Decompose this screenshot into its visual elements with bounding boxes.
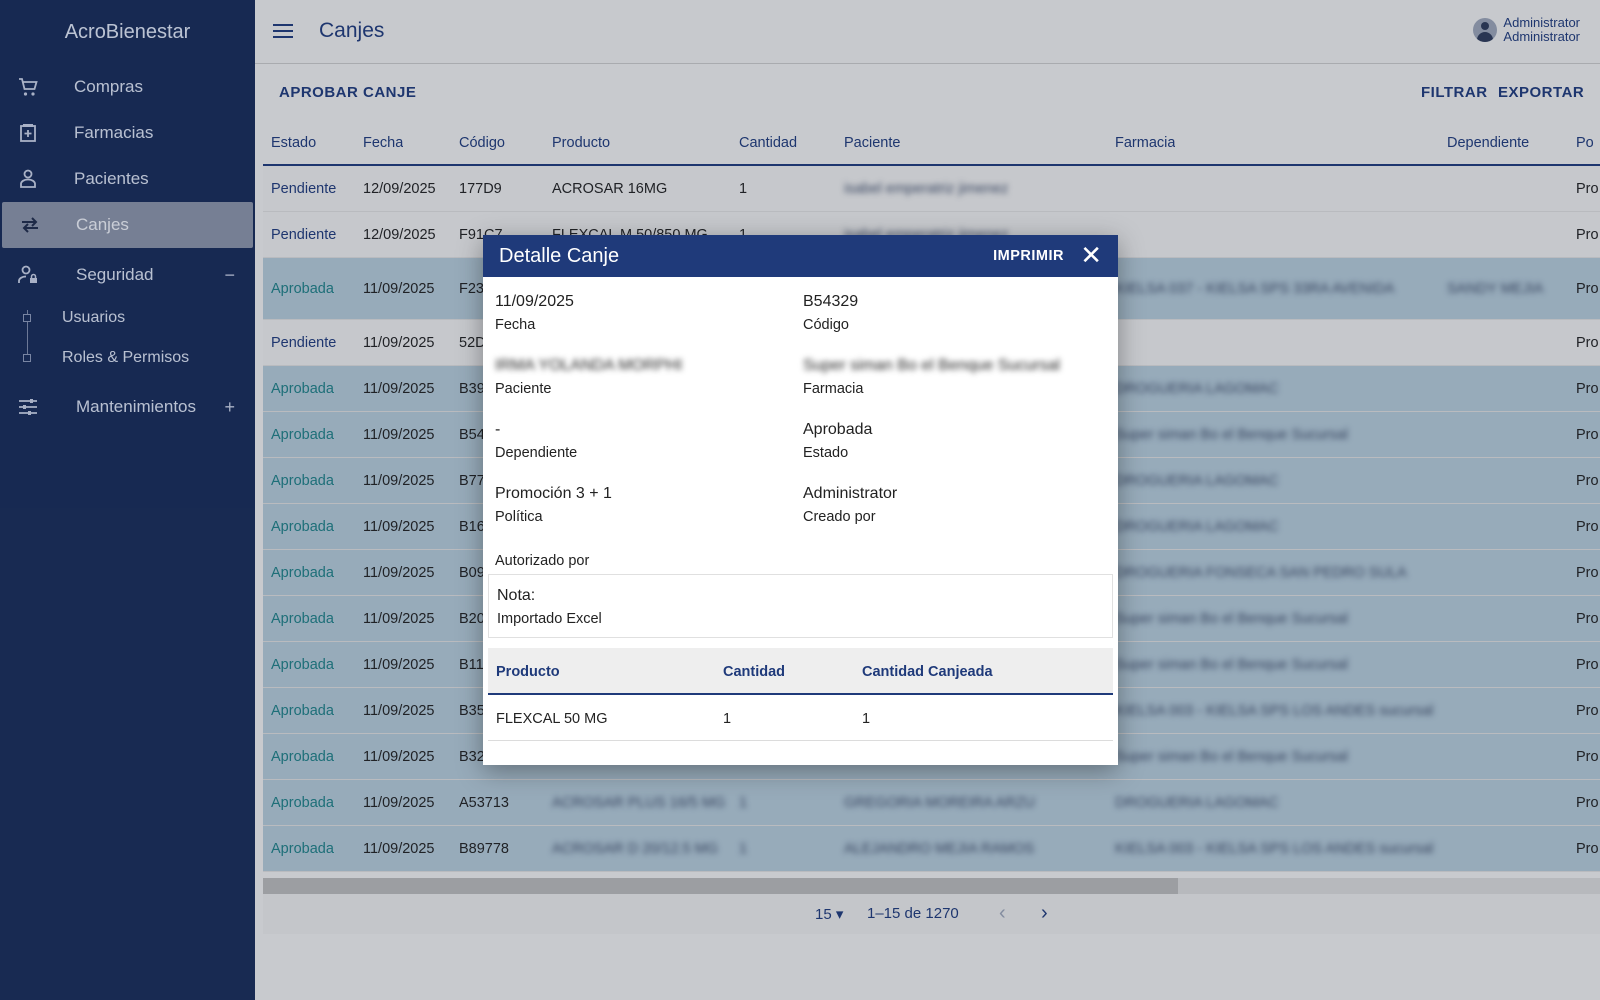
- field-paciente: IRMA YOLANDA MORPHI Paciente: [495, 357, 682, 397]
- product-name: FLEXCAL 50 MG: [496, 711, 608, 727]
- field-codigo: B54329 Código: [803, 293, 858, 333]
- field-label: Paciente: [495, 381, 552, 397]
- field-value: -: [495, 421, 501, 438]
- close-icon[interactable]: ✕: [1080, 241, 1102, 269]
- product-quantity: 1: [723, 711, 732, 727]
- field-value: Super siman Bo el Benque Sucursal: [803, 357, 1061, 374]
- field-value: IRMA YOLANDA MORPHI: [495, 357, 683, 374]
- field-label: Política: [495, 509, 543, 525]
- note-value: Importado Excel: [497, 611, 602, 627]
- field-label: Dependiente: [495, 445, 578, 461]
- product-redeemed: 1: [862, 711, 871, 727]
- field-label: Fecha: [495, 317, 536, 333]
- product-table-header: Producto Cantidad Cantidad Canjeada: [488, 648, 1113, 695]
- product-table: Producto Cantidad Cantidad Canjeada FLEX…: [488, 648, 1113, 741]
- dialog-title: Detalle Canje: [499, 245, 620, 267]
- field-dependiente: - Dependiente: [495, 421, 577, 461]
- field-value: Aprobada: [803, 421, 873, 438]
- note-title: Nota:: [497, 587, 536, 604]
- column-header-cantidad-canjeada: Cantidad Canjeada: [862, 664, 993, 680]
- field-autorizado-por: Autorizado por: [495, 547, 589, 569]
- print-button[interactable]: IMPRIMIR: [993, 248, 1064, 264]
- dialog-header: Detalle Canje IMPRIMIR ✕: [483, 235, 1118, 277]
- column-header-producto: Producto: [496, 664, 560, 680]
- field-value: Promoción 3 + 1: [495, 485, 612, 502]
- field-value: 11/09/2025: [495, 293, 574, 310]
- field-label: Autorizado por: [495, 553, 590, 569]
- field-label: Creado por: [803, 509, 876, 525]
- field-label: Código: [803, 317, 849, 333]
- field-fecha: 11/09/2025 Fecha: [495, 293, 574, 333]
- field-politica: Promoción 3 + 1 Política: [495, 485, 612, 525]
- detalle-canje-dialog: Detalle Canje IMPRIMIR ✕ 11/09/2025 Fech…: [483, 235, 1118, 765]
- field-farmacia: Super siman Bo el Benque Sucursal Farmac…: [803, 357, 1060, 397]
- field-creado-por: Administrator Creado por: [803, 485, 897, 525]
- field-estado: Aprobada Estado: [803, 421, 872, 461]
- column-header-cantidad: Cantidad: [723, 664, 786, 680]
- field-value: Administrator: [803, 485, 898, 502]
- field-label: Estado: [803, 445, 849, 461]
- product-row: FLEXCAL 50 MG 1 1: [488, 695, 1113, 741]
- field-label: Farmacia: [803, 381, 864, 397]
- field-value: B54329: [803, 293, 859, 310]
- note-box: Nota: Importado Excel: [488, 574, 1113, 638]
